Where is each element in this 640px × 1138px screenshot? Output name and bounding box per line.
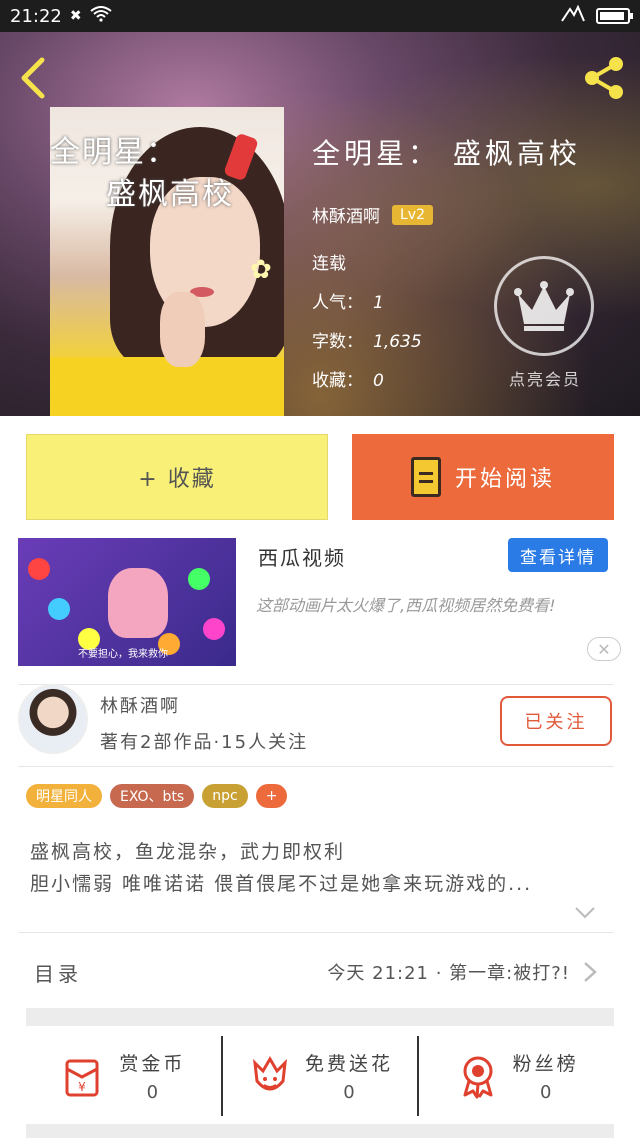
flower-icon — [253, 1056, 287, 1091]
fan-ranking-button[interactable]: 粉丝榜 0 — [417, 1036, 614, 1116]
chevron-right-icon — [584, 962, 597, 982]
start-reading-button[interactable]: 开始阅读 — [352, 434, 614, 520]
section-separator — [26, 1008, 614, 1026]
reward-coins-button[interactable]: ¥ 赏金币 0 — [26, 1036, 221, 1116]
ad-thumbnail-caption: 不要担心，我来救你 — [78, 649, 168, 660]
add-tag-button[interactable]: + — [255, 784, 288, 808]
fan-ranking-count: 0 — [539, 1082, 552, 1103]
divider — [18, 684, 614, 685]
share-icon[interactable] — [580, 54, 628, 102]
tag-item[interactable]: 明星同人 — [26, 784, 102, 808]
cover-title-line2: 盛枫高校 — [106, 177, 234, 212]
follow-button[interactable]: 已关注 — [500, 696, 612, 746]
level-badge: Lv2 — [392, 204, 433, 225]
reward-coins-count: 0 — [146, 1082, 159, 1103]
table-of-contents-row[interactable]: 目录 今天 21:21 · 第一章:被打?! — [18, 946, 614, 998]
divider — [18, 766, 614, 767]
ad-close-icon[interactable]: ✕ — [587, 637, 621, 661]
red-envelope-icon: ¥ — [65, 1059, 99, 1097]
vip-button[interactable] — [494, 256, 594, 356]
summary-line: 胆小懦弱 唯唯诺诺 偎首偎尾不过是她拿来玩游戏的... — [30, 873, 533, 895]
send-flower-label: 免费送花 — [305, 1053, 394, 1075]
summary-line: 盛枫高校，鱼龙混杂，武力即权利 — [30, 841, 346, 863]
wifi-icon — [89, 6, 112, 26]
author-avatar[interactable] — [18, 684, 88, 754]
status-bar: 21:22 ✖ — [0, 0, 640, 32]
author-name[interactable]: 林酥酒啊 — [100, 692, 180, 718]
fan-ranking-label: 粉丝榜 — [512, 1053, 579, 1075]
send-flower-button[interactable]: 免费送花 0 — [220, 1036, 418, 1116]
tag-item[interactable]: EXO、bts — [110, 784, 195, 808]
ad-thumbnail[interactable]: 不要担心，我来救你 — [18, 538, 236, 666]
medal-icon — [463, 1056, 493, 1099]
collect-button[interactable]: + 收藏 — [26, 434, 328, 520]
reward-actions: ¥ 赏金币 0 免费送花 0 粉丝榜 0 — [26, 1036, 614, 1116]
author-meta: 著有2部作品·15人关注 — [100, 732, 309, 753]
tag-list: 明星同人 EXO、bts npc + — [26, 784, 288, 808]
notification-close-icon: ✖ — [69, 8, 82, 24]
svg-text:¥: ¥ — [79, 1080, 87, 1094]
send-flower-count: 0 — [343, 1082, 355, 1103]
flower-decoration-icon: ✿ — [250, 255, 272, 285]
book-cover[interactable]: ✿ 全明星： 盛枫高校 — [50, 107, 284, 416]
book-author[interactable]: 林酥酒啊 — [312, 202, 380, 227]
book-icon — [410, 457, 441, 497]
main-panel: + 收藏 开始阅读 不要担心，我来救你 西瓜视频 查看详情 这部动画片太火爆了,… — [0, 416, 640, 1138]
ad-title[interactable]: 西瓜视频 — [258, 542, 346, 571]
back-arrow-icon[interactable] — [18, 56, 54, 100]
battery-icon — [596, 8, 633, 24]
book-title: 全明星： 盛枫高校 — [312, 137, 581, 170]
vip-label[interactable]: 点亮会员 — [490, 366, 600, 390]
section-separator — [26, 1124, 614, 1138]
cover-title-line1: 全明星： — [50, 135, 178, 170]
crown-icon — [514, 281, 574, 331]
divider — [18, 932, 614, 933]
tag-item[interactable]: npc — [202, 784, 248, 808]
ad-description[interactable]: 这部动画片太火爆了,西瓜视频居然免费看! — [256, 592, 616, 620]
book-header: ✿ 全明星： 盛枫高校 全明星： 盛枫高校 林酥酒啊 Lv2 连载 人气： 1 字… — [0, 32, 640, 416]
book-summary[interactable]: 盛枫高校，鱼龙混杂，武力即权利 胆小懦弱 唯唯诺诺 偎首偎尾不过是她拿来玩游戏的… — [30, 836, 610, 900]
start-reading-label: 开始阅读 — [454, 467, 555, 492]
status-time: 21:22 — [10, 5, 62, 27]
latest-chapter: 今天 21:21 · 第一章:被打?! — [327, 963, 570, 984]
ad-detail-button[interactable]: 查看详情 — [508, 538, 608, 572]
toc-label: 目录 — [34, 961, 82, 986]
chevron-down-icon[interactable] — [574, 906, 596, 920]
reward-coins-label: 赏金币 — [119, 1053, 186, 1075]
signal-icon — [560, 4, 586, 28]
